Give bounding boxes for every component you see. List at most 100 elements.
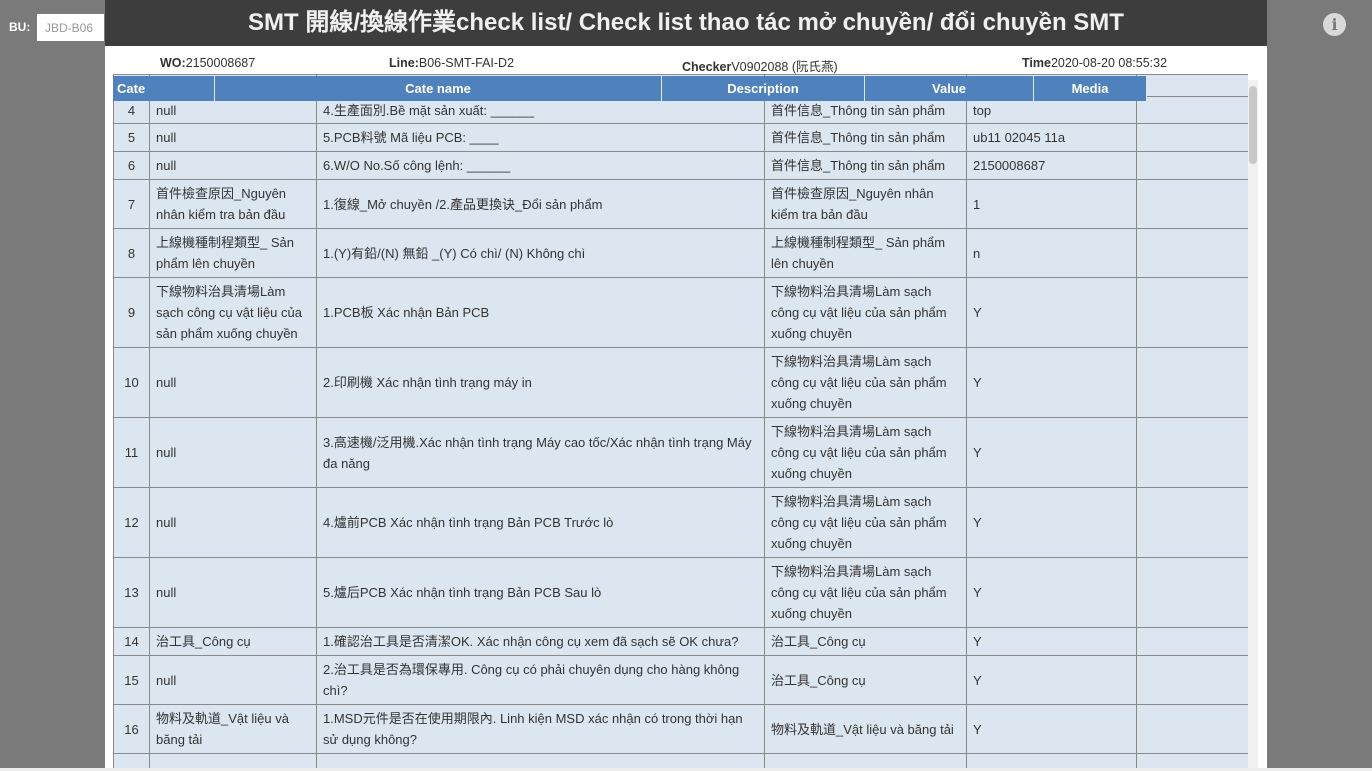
table-row: 10 null 2.印刷機 Xác nhận tình trạng máy in 下線… <box>113 347 1248 418</box>
value-cell: Y <box>966 704 1137 754</box>
table-row: 5 null 5.PCB料號 Mã liệu PCB: ____ 首件信息_Thông… <box>113 123 1248 152</box>
empty-cell <box>316 753 765 768</box>
cate-name-cell: 1.MSD元件是否在使用期限內. Linh kiện MSD xác nhận … <box>316 704 765 754</box>
row-number: 13 <box>113 557 150 628</box>
table-scrollbar[interactable] <box>1248 80 1258 768</box>
cate-cell: null <box>149 487 317 558</box>
value-cell: 2150008687 <box>966 151 1137 180</box>
media-cell <box>1136 704 1248 754</box>
cate-name-cell: 5.爐后PCB Xác nhận tình trạng Bản PCB Sau … <box>316 557 765 628</box>
cate-cell: 下線物料治具清場Làm sạch công cụ vật liệu của sả… <box>149 277 317 348</box>
description-cell: 下線物料治具清場Làm sạch công cụ vật liệu của sả… <box>764 347 967 418</box>
media-cell <box>1136 151 1248 180</box>
cate-name-cell: 1.PCB板 Xác nhận Bản PCB <box>316 277 765 348</box>
cate-name-cell: 1.確認治工具是否清潔OK. Xác nhận công cụ xem đã s… <box>316 627 765 656</box>
cate-cell: null <box>149 655 317 705</box>
row-number: 9 <box>113 277 150 348</box>
scrollbar-thumb[interactable] <box>1249 86 1257 164</box>
description-cell: 上線機種制程類型_ Sản phẩm lên chuyền <box>764 228 967 278</box>
description-cell: 下線物料治具清場Làm sạch công cụ vật liệu của sả… <box>764 557 967 628</box>
value-cell: 1 <box>966 179 1137 229</box>
table-header: Cate Cate name Description Value Media <box>113 76 1147 101</box>
value-cell: Y <box>966 557 1137 628</box>
checklist-table-scroll[interactable]: 4 null 4.生產面別.Bề mặt sản xuất: ______ 首件信息_… <box>113 74 1248 768</box>
media-cell <box>1136 557 1248 628</box>
description-cell: 治工具_Công cụ <box>764 627 967 656</box>
row-number: 12 <box>113 487 150 558</box>
header-cate-name[interactable]: Cate name <box>215 76 662 101</box>
media-cell <box>1136 179 1248 229</box>
cate-cell: 首件檢查原因_Nguyên nhân kiểm tra bản đầu <box>149 179 317 229</box>
media-cell <box>1136 96 1248 124</box>
description-cell: 首件信息_Thông tin sản phẩm <box>764 123 967 152</box>
description-cell: 下線物料治具清場Làm sạch công cụ vật liệu của sả… <box>764 417 967 488</box>
table-row: 15 null 2.治工具是否為環保專用. Công cụ có phải chuy… <box>113 655 1248 705</box>
empty-cell <box>1136 753 1248 768</box>
description-cell: 下線物料治具清場Làm sạch công cụ vật liệu của sả… <box>764 487 967 558</box>
cate-name-cell: 6.W/O No.Số công lệnh: ______ <box>316 151 765 180</box>
media-cell <box>1136 277 1248 348</box>
cate-name-cell: 1.(Y)有鉛/(N) 無鉛 _(Y) Có chì/ (N) Không ch… <box>316 228 765 278</box>
description-cell: 下線物料治具清場Làm sạch công cụ vật liệu của sả… <box>764 277 967 348</box>
wo-label: WO: <box>160 56 186 70</box>
cate-cell: 上線機種制程類型_ Sản phẩm lên chuyền <box>149 228 317 278</box>
time-value: 2020-08-20 08:55:32 <box>1050 56 1168 70</box>
line-value: B06-SMT-FAI-D2 <box>418 56 515 70</box>
cate-cell: null <box>149 123 317 152</box>
header-value[interactable]: Value <box>865 76 1034 101</box>
cate-name-cell: 5.PCB料號 Mã liệu PCB: ____ <box>316 123 765 152</box>
info-row: WO:2150008687 Line:B06-SMT-FAI-D2 Checke… <box>105 56 1267 74</box>
header-cate[interactable]: Cate <box>113 76 215 101</box>
description-cell: 治工具_Công cụ <box>764 655 967 705</box>
row-number: 10 <box>113 347 150 418</box>
line-label: Line: <box>389 56 419 70</box>
info-circle-icon[interactable]: i <box>1323 13 1346 36</box>
value-cell: n <box>966 228 1137 278</box>
line-info: Line:B06-SMT-FAI-D2 <box>389 56 514 70</box>
empty-cell <box>149 753 317 768</box>
value-cell: Y <box>966 347 1137 418</box>
description-cell: 首件信息_Thông tin sản phẩm <box>764 151 967 180</box>
bu-input[interactable] <box>37 14 104 41</box>
table-row: 12 null 4.爐前PCB Xác nhận tình trạng Bản PC… <box>113 487 1248 558</box>
value-cell: Y <box>966 417 1137 488</box>
checker-info: CheckerV0902088 (阮氏燕) <box>682 56 838 75</box>
cate-name-cell: 2.印刷機 Xác nhận tình trạng máy in <box>316 347 765 418</box>
cate-cell: 物料及軌道_Vật liệu và băng tải <box>149 704 317 754</box>
header-description[interactable]: Description <box>662 76 865 101</box>
modal-title: SMT 開線/換線作業check list/ Check list thao t… <box>105 0 1267 46</box>
row-number: 8 <box>113 228 150 278</box>
cate-cell: 治工具_Công cụ <box>149 627 317 656</box>
media-cell <box>1136 123 1248 152</box>
value-cell: Y <box>966 277 1137 348</box>
checklist-table: 4 null 4.生產面別.Bề mặt sản xuất: ______ 首件信息_… <box>113 74 1248 768</box>
value-cell: ub11 02045 11a <box>966 123 1137 152</box>
media-cell <box>1136 655 1248 705</box>
table-row <box>113 753 1248 768</box>
empty-cell <box>1136 74 1248 97</box>
row-number: 6 <box>113 151 150 180</box>
table-row: 8 上線機種制程類型_ Sản phẩm lên chuyền 1.(Y)有鉛/(N… <box>113 228 1248 278</box>
table-row: 9 下線物料治具清場Làm sạch công cụ vật liệu của s… <box>113 277 1248 348</box>
empty-cell <box>966 753 1137 768</box>
cate-name-cell: 1.復線_Mở chuyền /2.產品更換诀_Đổi sản phẩm <box>316 179 765 229</box>
header-media[interactable]: Media <box>1034 76 1147 101</box>
wo-info: WO:2150008687 <box>160 56 255 70</box>
value-cell: Y <box>966 627 1137 656</box>
table-row: 14 治工具_Công cụ 1.確認治工具是否清潔OK. Xác nhận côn… <box>113 627 1248 656</box>
cate-name-cell: 2.治工具是否為環保專用. Công cụ có phải chuyên dụn… <box>316 655 765 705</box>
table-row: 7 首件檢查原因_Nguyên nhân kiểm tra bản đầu 1.復線… <box>113 179 1248 229</box>
cate-cell: null <box>149 557 317 628</box>
row-number: 16 <box>113 704 150 754</box>
media-cell <box>1136 487 1248 558</box>
cate-cell: null <box>149 417 317 488</box>
row-number: 5 <box>113 123 150 152</box>
media-cell <box>1136 627 1248 656</box>
bu-label: BU: <box>9 20 31 34</box>
cate-name-cell: 4.爐前PCB Xác nhận tình trạng Bản PCB Trướ… <box>316 487 765 558</box>
cate-cell: null <box>149 151 317 180</box>
row-number: 11 <box>113 417 150 488</box>
table-row: 13 null 5.爐后PCB Xác nhận tình trạng Bản PC… <box>113 557 1248 628</box>
media-cell <box>1136 347 1248 418</box>
value-cell: Y <box>966 655 1137 705</box>
